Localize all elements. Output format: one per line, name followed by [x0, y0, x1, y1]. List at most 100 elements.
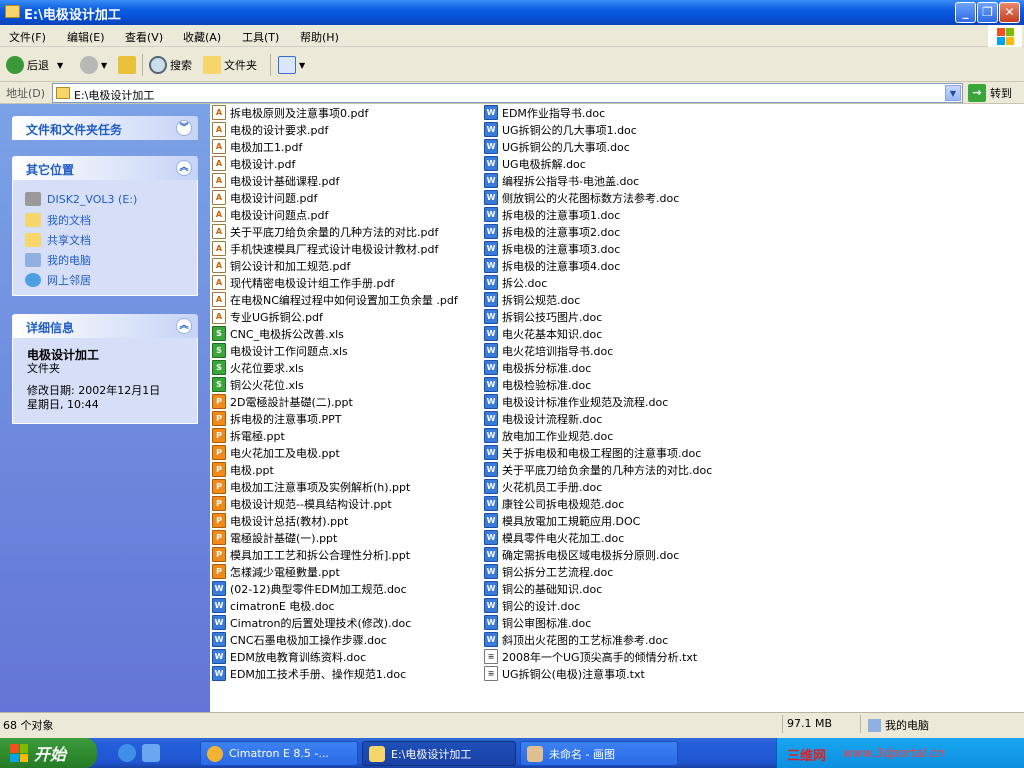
menu-favorites[interactable]: 收藏(A) — [183, 29, 221, 45]
file-item[interactable]: W 拆铜公技巧图片.doc — [484, 308, 602, 325]
menu-tools[interactable]: 工具(T) — [242, 29, 279, 45]
file-item[interactable]: A 专业UG拆铜公.pdf — [212, 308, 323, 325]
start-button[interactable]: 开始 — [0, 738, 97, 768]
file-item[interactable]: S 火花位要求.xls — [212, 359, 304, 376]
file-item[interactable]: A 电极设计基础课程.pdf — [212, 172, 339, 189]
task-explorer[interactable]: E:\电极设计加工 — [362, 741, 516, 766]
menu-help[interactable]: 帮助(H) — [300, 29, 339, 45]
file-item[interactable]: W UG拆铜公的几大事项1.doc — [484, 121, 637, 138]
menu-view[interactable]: 查看(V) — [125, 29, 163, 45]
up-folder-button[interactable] — [118, 54, 139, 76]
file-item[interactable]: W 模具放電加工規範应用.DOC — [484, 512, 640, 529]
file-item[interactable]: W CNC石墨电极加工操作步骤.doc — [212, 631, 387, 648]
file-item[interactable]: A 拆电极原则及注意事项0.pdf — [212, 104, 368, 121]
restore-button[interactable]: ❐ — [977, 2, 998, 23]
file-item[interactable]: W UG电极拆解.doc — [484, 155, 586, 172]
file-item[interactable]: W 拆电极的注意事项1.doc — [484, 206, 620, 223]
file-item[interactable]: W 铜公的设计.doc — [484, 597, 580, 614]
file-item[interactable]: P 电极设计总括(教材).ppt — [212, 512, 348, 529]
details-header[interactable]: 详细信息 ︽ — [12, 314, 198, 338]
file-item[interactable]: W 拆铜公规范.doc — [484, 291, 580, 308]
ie-icon[interactable] — [118, 744, 136, 762]
collapse-chevron-icon[interactable]: ︽ — [176, 318, 192, 334]
file-item[interactable]: P 電極設計基礎(一).ppt — [212, 529, 337, 546]
file-item[interactable]: W 铜公审图标准.doc — [484, 614, 591, 631]
file-item[interactable]: A 在电极NC编程过程中如何设置加工负余量 .pdf — [212, 291, 458, 308]
file-item[interactable]: A 电极设计问题.pdf — [212, 189, 317, 206]
file-item[interactable]: S 铜公火花位.xls — [212, 376, 304, 393]
file-item[interactable]: P 电极.ppt — [212, 461, 274, 478]
file-item[interactable]: P 电极加工注意事项及实例解析(h).ppt — [212, 478, 410, 495]
collapse-chevron-icon[interactable]: ︽ — [176, 160, 192, 176]
show-desktop-icon[interactable] — [142, 744, 160, 762]
file-item[interactable]: W 关于平底刀给负余量的几种方法的对比.doc — [484, 461, 712, 478]
forward-button[interactable]: ▼ — [80, 54, 107, 76]
file-item[interactable]: W 拆电极的注意事项3.doc — [484, 240, 620, 257]
minimize-button[interactable]: _ — [955, 2, 976, 23]
file-item[interactable]: P 电火花加工及电极.ppt — [212, 444, 340, 461]
file-item[interactable]: W 康铨公司拆电极规范.doc — [484, 495, 624, 512]
file-item[interactable]: W 关于拆电极和电极工程图的注意事项.doc — [484, 444, 701, 461]
file-item[interactable]: W 放电加工作业规范.doc — [484, 427, 613, 444]
file-item[interactable]: A 关于平底刀给负余量的几种方法的对比.pdf — [212, 223, 438, 240]
title-bar[interactable]: E:\电极设计加工 _ ❐ ✕ — [0, 0, 1024, 25]
close-button[interactable]: ✕ — [999, 2, 1020, 23]
folders-button[interactable]: 文件夹 — [203, 54, 257, 76]
file-item[interactable]: A 手机快速模具厂程式设计电极设计教材.pdf — [212, 240, 438, 257]
file-item[interactable]: W 电极检验标准.doc — [484, 376, 591, 393]
file-item[interactable]: W 电极拆分标准.doc — [484, 359, 591, 376]
file-item[interactable]: W 电火花基本知识.doc — [484, 325, 602, 342]
file-item[interactable]: W (02-12)典型零件EDM加工规范.doc — [212, 580, 407, 597]
address-input[interactable]: E:\电极设计加工 ▼ — [52, 83, 963, 103]
task-cimatron[interactable]: Cimatron E 8.5 -... — [200, 741, 358, 766]
file-item[interactable]: S CNC_电极拆公改善.xls — [212, 325, 344, 342]
file-tasks-header[interactable]: 文件和文件夹任务 ︾ — [12, 116, 198, 140]
file-item[interactable]: S 电极设计工作问题点.xls — [212, 342, 348, 359]
place-my-documents[interactable]: 我的文档 — [25, 212, 91, 228]
file-item[interactable]: W EDM放电教育训练资料.doc — [212, 648, 366, 665]
file-item[interactable]: W 铜公拆分工艺流程.doc — [484, 563, 613, 580]
file-item[interactable]: W 斜顶出火花图的工艺标准参考.doc — [484, 631, 668, 648]
file-item[interactable]: A 电极设计.pdf — [212, 155, 295, 172]
file-item[interactable]: W 电极设计标准作业规范及流程.doc — [484, 393, 668, 410]
file-item[interactable]: P 拆电极的注意事项.PPT — [212, 410, 341, 427]
go-button[interactable]: → 转到 — [968, 83, 1012, 103]
file-item[interactable]: W 拆电极的注意事项4.doc — [484, 257, 620, 274]
expand-chevron-icon[interactable]: ︾ — [176, 120, 192, 136]
menu-edit[interactable]: 编辑(E) — [67, 29, 105, 45]
file-item[interactable]: W UG拆铜公的几大事项.doc — [484, 138, 630, 155]
file-item[interactable]: P 2D電極設計基礎(二).ppt — [212, 393, 353, 410]
file-item[interactable]: ≡ 2008年一个UG顶尖高手的倾情分析.txt — [484, 648, 697, 665]
file-item[interactable]: W 电火花培训指导书.doc — [484, 342, 613, 359]
file-item[interactable]: W 侧放铜公的火花图标数方法参考.doc — [484, 189, 679, 206]
file-item[interactable]: WcimatronE 电极.doc — [212, 597, 335, 614]
file-item[interactable]: W 拆公.doc — [484, 274, 547, 291]
file-item[interactable]: W 拆电极的注意事项2.doc — [484, 223, 620, 240]
file-item[interactable]: W 电极设计流程新.doc — [484, 410, 602, 427]
other-places-header[interactable]: 其它位置 ︽ — [12, 156, 198, 180]
file-item[interactable]: W EDM作业指导书.doc — [484, 104, 605, 121]
place-shared-documents[interactable]: 共享文档 — [25, 232, 91, 248]
file-item[interactable]: A 现代精密电极设计组工作手册.pdf — [212, 274, 394, 291]
back-button[interactable]: 后退 ▼ — [6, 54, 63, 76]
file-item[interactable]: P 模具加工工艺和拆公合理性分析].ppt — [212, 546, 410, 563]
search-button[interactable]: 搜索 — [149, 54, 192, 76]
file-item[interactable]: P 怎樣減少電極數量.ppt — [212, 563, 340, 580]
dropdown-arrow-icon[interactable]: ▼ — [101, 61, 107, 70]
file-item[interactable]: A 电极的设计要求.pdf — [212, 121, 328, 138]
file-item[interactable]: P 拆電極.ppt — [212, 427, 285, 444]
file-item[interactable]: W Cimatron的后置处理技术(修改).doc — [212, 614, 411, 631]
file-item[interactable]: ≡ UG拆铜公(电极)注意事项.txt — [484, 665, 645, 682]
file-item[interactable]: W 编程拆公指导书-电池盖.doc — [484, 172, 639, 189]
file-item[interactable]: W EDM加工技术手册、操作规范1.doc — [212, 665, 406, 682]
place-network[interactable]: 网上邻居 — [25, 272, 91, 288]
dropdown-arrow-icon[interactable]: ▼ — [57, 61, 63, 70]
task-paint[interactable]: 未命名 - 画图 — [520, 741, 678, 766]
file-item[interactable]: P 电极设计规范--模具结构设计.ppt — [212, 495, 392, 512]
file-item[interactable]: W 模具零件电火花加工.doc — [484, 529, 624, 546]
file-item[interactable]: A 电极设计问题点.pdf — [212, 206, 328, 223]
menu-file[interactable]: 文件(F) — [9, 29, 46, 45]
views-button[interactable]: ▼ — [278, 54, 305, 76]
file-item[interactable]: W 火花机员工手册.doc — [484, 478, 602, 495]
file-item[interactable]: W 确定需拆电极区域电极拆分原则.doc — [484, 546, 679, 563]
